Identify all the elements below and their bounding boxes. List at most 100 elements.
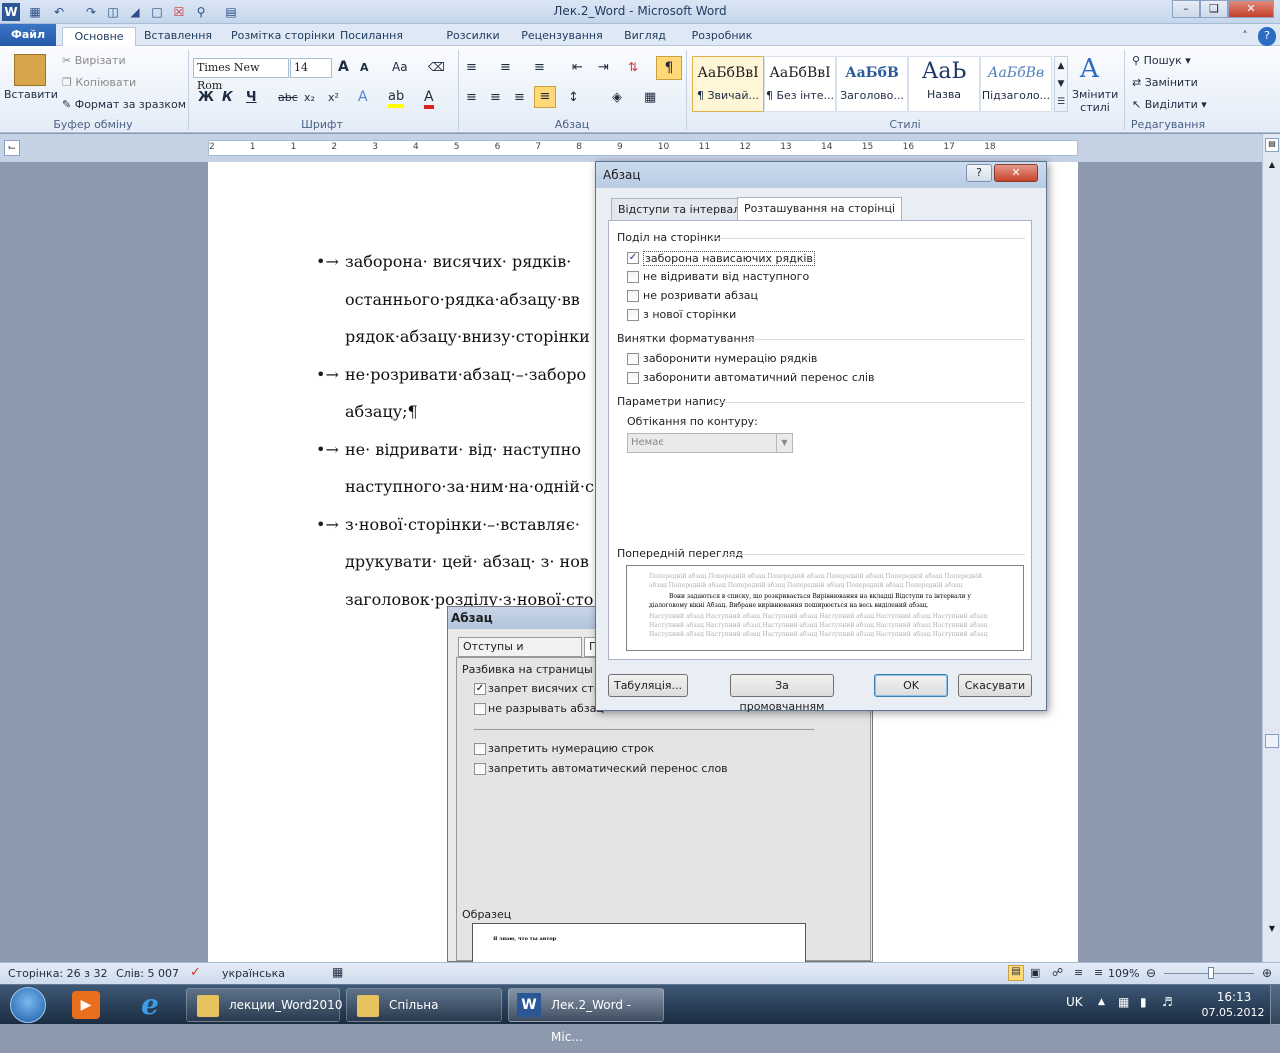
superscript-button[interactable]: x²: [328, 91, 339, 104]
set-default-button[interactable]: За промовчанням: [730, 674, 834, 713]
document-line[interactable]: не· відривати· від· наступно: [345, 440, 581, 459]
replace-button[interactable]: ⇄ Замінити: [1132, 76, 1198, 89]
document-line[interactable]: не·розривати·абзац·–·заборо: [345, 365, 586, 384]
change-styles-button[interactable]: Змінити стилі: [1072, 88, 1118, 114]
style-no-spacing[interactable]: АаБбВвI ¶ Без інте...: [764, 56, 836, 112]
underline-button[interactable]: Ч: [246, 90, 257, 105]
select-button[interactable]: ↖ Виділити ▾: [1132, 98, 1207, 111]
numbering-icon[interactable]: ≡: [500, 60, 511, 75]
document-line[interactable]: з·нової·сторінки·–·вставляє·: [345, 515, 580, 534]
font-color-icon[interactable]: A: [424, 89, 434, 109]
zoom-level[interactable]: 109%: [1108, 967, 1139, 980]
font-name-combo[interactable]: Times New Rom: [193, 58, 289, 92]
suppress-line-numbers-label[interactable]: заборонити нумерацію рядків: [643, 352, 817, 365]
tray-expand-icon[interactable]: ▲: [1098, 997, 1105, 1007]
multilevel-list-icon[interactable]: ≡: [534, 60, 545, 75]
ruler-toggle-icon[interactable]: ▤: [1265, 138, 1279, 152]
clock-date[interactable]: 07.05.2012: [1198, 1006, 1268, 1019]
battery-icon[interactable]: ▮: [1140, 995, 1147, 1009]
change-case-button[interactable]: Aa: [392, 60, 408, 74]
styles-scroll-icon[interactable]: ▲ ▼ ☰: [1054, 56, 1068, 112]
keep-lines-together-label[interactable]: не розривати абзац: [643, 289, 758, 302]
tab-review[interactable]: Рецензування: [516, 27, 608, 46]
tab-selector-icon[interactable]: ⌙: [4, 140, 20, 156]
scroll-down-icon[interactable]: ▼: [1265, 924, 1279, 936]
sort-icon[interactable]: ⇅: [628, 60, 638, 74]
macro-record-icon[interactable]: ▦: [332, 965, 343, 979]
style-title[interactable]: АаЬ Назва: [908, 56, 980, 112]
print-layout-icon[interactable]: ▤: [1008, 965, 1024, 981]
web-layout-icon[interactable]: ☍: [1052, 966, 1063, 979]
shrink-font-button[interactable]: A: [360, 61, 369, 74]
language-status[interactable]: українська: [222, 967, 285, 980]
word-count[interactable]: Слів: 5 007: [116, 967, 179, 980]
taskbar-item-lectures[interactable]: лекции_Word2010: [186, 988, 342, 1022]
line-spacing-icon[interactable]: ↕: [568, 90, 579, 105]
tab-file[interactable]: Файл: [0, 24, 56, 46]
format-painter-button[interactable]: ✎ Формат за зразком: [62, 98, 186, 111]
paste-icon[interactable]: [14, 54, 46, 86]
proofing-icon[interactable]: ✓: [190, 965, 201, 980]
keep-with-next-label[interactable]: не відривати від наступного: [643, 270, 809, 283]
cut-button[interactable]: ✂ Вирізати: [62, 54, 126, 67]
strikethrough-button[interactable]: abc: [278, 91, 298, 104]
tabs-button[interactable]: Табуляція...: [608, 674, 688, 697]
document-line[interactable]: рядок·абзацу·внизу·сторінки: [345, 327, 590, 346]
subscript-button[interactable]: x₂: [304, 91, 315, 104]
clear-format-icon[interactable]: ⌫: [428, 60, 445, 74]
tab-home[interactable]: Основне: [62, 27, 136, 46]
scroll-thumb[interactable]: [1265, 734, 1279, 748]
grow-font-button[interactable]: A: [338, 59, 349, 75]
dialog-close-button[interactable]: ✕: [994, 164, 1038, 182]
page-break-before-checkbox[interactable]: [627, 309, 639, 321]
tab-view[interactable]: Вигляд: [616, 27, 674, 46]
italic-button[interactable]: К: [222, 90, 233, 105]
borders-icon[interactable]: ▦: [644, 90, 656, 105]
document-line[interactable]: заборона· висячих· рядків·: [345, 252, 571, 271]
minimize-icon[interactable]: –: [1172, 0, 1200, 18]
tab-page-layout[interactable]: Розмітка сторінки: [228, 27, 338, 46]
ok-button[interactable]: OK: [874, 674, 948, 697]
document-line[interactable]: наступного·за·ним·на·одній·с: [345, 477, 594, 496]
zoom-in-icon[interactable]: ⊕: [1262, 966, 1272, 980]
close-window-icon[interactable]: ✕: [1228, 0, 1274, 18]
dialog-help-button[interactable]: ?: [966, 164, 992, 182]
zoom-out-icon[interactable]: ⊖: [1146, 966, 1156, 980]
tab-line-page-breaks[interactable]: Розташування на сторінці: [737, 197, 903, 221]
align-center-icon[interactable]: ≡: [490, 90, 501, 105]
outline-icon[interactable]: ≡: [1074, 966, 1083, 979]
document-line[interactable]: абзацу;¶: [345, 402, 418, 421]
tab-indents-spacing[interactable]: Відступи та інтервали: [611, 198, 755, 221]
scroll-up-icon[interactable]: ▲: [1265, 160, 1279, 172]
keep-lines-together-checkbox[interactable]: [627, 290, 639, 302]
dont-hyphenate-label[interactable]: заборонити автоматичний перенос слів: [643, 371, 874, 384]
style-heading1[interactable]: АаБбВ Заголово...: [836, 56, 908, 112]
font-size-combo[interactable]: 14: [290, 58, 332, 78]
document-line[interactable]: останнього·рядка·абзацу·вв: [345, 290, 580, 309]
find-button[interactable]: ⚲ Пошук ▾: [1132, 54, 1191, 67]
show-formatting-button[interactable]: ¶: [656, 56, 682, 80]
suppress-line-numbers-checkbox[interactable]: [627, 353, 639, 365]
tab-developer[interactable]: Розробник: [684, 27, 760, 46]
zoom-slider-thumb[interactable]: [1208, 967, 1214, 979]
taskbar-item-shared[interactable]: Спільна: [346, 988, 502, 1022]
show-desktop-button[interactable]: [1270, 985, 1280, 1025]
justify-icon[interactable]: ≡: [534, 86, 556, 108]
copy-button[interactable]: ❐ Копіювати: [62, 76, 136, 89]
align-right-icon[interactable]: ≡: [514, 90, 525, 105]
style-normal[interactable]: АаБбВвI ¶ Звичай...: [692, 56, 764, 112]
cancel-button[interactable]: Скасувати: [958, 674, 1032, 697]
help-icon[interactable]: ?: [1258, 27, 1276, 46]
horizontal-ruler[interactable]: 2 1 1 2 3 4 5 6 7 8 9 10 11 12 13 14 15 16 17 18: [208, 140, 1078, 156]
align-left-icon[interactable]: ≡: [466, 90, 477, 105]
widow-control-checkbox[interactable]: ✓: [627, 252, 639, 264]
change-styles-icon[interactable]: A: [1080, 54, 1099, 84]
draft-icon[interactable]: ≡: [1094, 966, 1103, 979]
minimize-ribbon-icon[interactable]: ˄: [1236, 27, 1254, 46]
page-count[interactable]: Сторінка: 26 з 32: [8, 967, 107, 980]
tab-mailings[interactable]: Розсилки: [440, 27, 506, 46]
highlight-icon[interactable]: ab: [388, 89, 405, 108]
shading-icon[interactable]: ◈: [612, 90, 622, 105]
volume-icon[interactable]: ♬: [1162, 995, 1173, 1009]
restore-icon[interactable]: ❑: [1200, 0, 1228, 18]
